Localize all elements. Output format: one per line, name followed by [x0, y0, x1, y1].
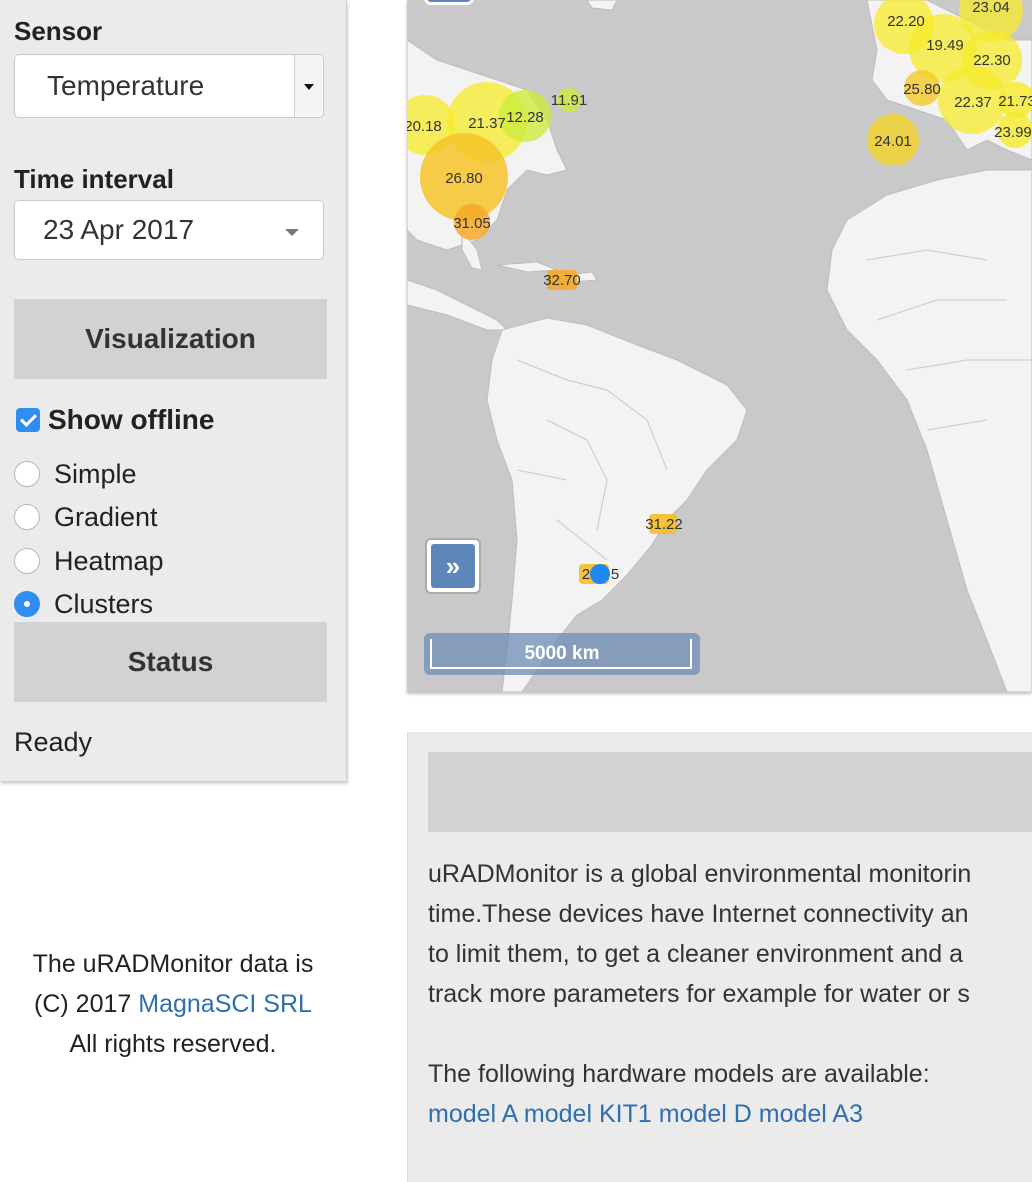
- model-a-link[interactable]: model A: [428, 1100, 517, 1128]
- zoom-control[interactable]: [427, 0, 471, 2]
- description-line: track more parameters for example for wa…: [428, 980, 970, 1008]
- radio-heatmap[interactable]: [14, 548, 40, 574]
- radio-label[interactable]: Heatmap: [54, 546, 164, 577]
- show-offline-checkbox[interactable]: [16, 408, 40, 432]
- description-line: time.These devices have Internet connect…: [428, 900, 969, 928]
- cluster-label: 12.28: [506, 109, 544, 126]
- sensor-select[interactable]: Temperature: [14, 54, 324, 118]
- show-offline-label[interactable]: Show offline: [48, 404, 214, 436]
- cluster-label: 22.30: [973, 52, 1011, 69]
- cluster-label: 23.04: [972, 0, 1010, 16]
- radio-clusters[interactable]: [14, 591, 40, 617]
- time-interval-value: 23 Apr 2017: [43, 214, 195, 245]
- scale-label: 5000 km: [524, 643, 600, 664]
- model-d-link[interactable]: model D: [659, 1100, 752, 1128]
- status-text: Ready: [14, 727, 93, 757]
- radio-label[interactable]: Gradient: [54, 502, 158, 533]
- mode-option-clusters[interactable]: Clusters: [14, 586, 153, 622]
- magnasci-link[interactable]: MagnaSCI SRL: [138, 990, 312, 1018]
- cluster-label: 5: [611, 566, 619, 583]
- central-america-land: [407, 279, 509, 331]
- greenland-land: [586, 0, 618, 11]
- sensor-label: Sensor: [14, 16, 103, 46]
- world-map[interactable]: 22.20 23.04 19.49 22.30 25.80 22.37 21.7…: [407, 0, 1032, 692]
- radio-simple[interactable]: [14, 461, 40, 487]
- cluster-label: 2: [582, 566, 590, 583]
- model-kit1-link[interactable]: model KIT1: [524, 1100, 652, 1128]
- cluster-label: 21.37: [468, 115, 506, 132]
- description-line: to limit them, to get a cleaner environm…: [428, 940, 964, 968]
- mode-option-gradient[interactable]: Gradient: [14, 499, 158, 535]
- mode-option-heatmap[interactable]: Heatmap: [14, 543, 164, 579]
- cluster-label: 20.18: [407, 118, 442, 135]
- visualization-button[interactable]: Visualization: [14, 299, 327, 379]
- model-a3-link[interactable]: model A3: [759, 1100, 863, 1128]
- cluster-label: 21.73: [998, 93, 1032, 110]
- copyright-line3: All rights reserved.: [69, 1030, 277, 1058]
- radio-label[interactable]: Clusters: [54, 589, 153, 620]
- cluster-label: 11.91: [551, 92, 587, 109]
- map-tiles: 22.20 23.04 19.49 22.30 25.80 22.37 21.7…: [407, 0, 1032, 692]
- status-button[interactable]: Status: [14, 622, 327, 702]
- mode-option-simple[interactable]: Simple: [14, 456, 137, 492]
- info-description: uRADMonitor is a global environmental mo…: [428, 854, 1032, 1014]
- radio-label[interactable]: Simple: [54, 459, 137, 490]
- time-interval-input[interactable]: 23 Apr 2017: [14, 200, 324, 260]
- double-chevron-right-icon[interactable]: »: [431, 544, 475, 588]
- sensor-select-value: Temperature: [47, 70, 205, 101]
- copyright-prefix: (C) 2017: [34, 990, 139, 1018]
- cluster-label: 25.80: [903, 81, 941, 98]
- dropdown-arrow-icon[interactable]: [294, 55, 323, 117]
- chevron-down-icon[interactable]: [285, 229, 299, 236]
- cluster-label: 32.70: [543, 272, 581, 289]
- hardware-models: The following hardware models are availa…: [428, 1054, 930, 1134]
- copyright-line1: The uRADMonitor data is: [32, 950, 314, 978]
- show-offline-row[interactable]: Show offline: [14, 402, 214, 438]
- info-panel: uRADMonitor is a global environmental mo…: [407, 732, 1032, 1182]
- cuba-land: [496, 261, 558, 273]
- cluster-label: 24.01: [874, 133, 912, 150]
- cluster-label: 26.80: [445, 170, 483, 187]
- cluster-label: 31.22: [645, 516, 683, 533]
- control-sidebar: Sensor Temperature Time interval 23 Apr …: [0, 0, 347, 782]
- cluster-label: 23.99: [994, 124, 1032, 141]
- africa-land: [826, 169, 1032, 692]
- cluster-label: 22.37: [954, 94, 992, 111]
- models-links: model A model KIT1 model D model A3: [428, 1094, 930, 1134]
- map-scale: 5000 km: [424, 633, 700, 675]
- location-dot: [590, 564, 610, 584]
- cluster-label: 22.20: [887, 13, 925, 30]
- cluster-label: 19.49: [926, 37, 964, 54]
- expand-panel-button[interactable]: »: [427, 540, 479, 592]
- radio-gradient[interactable]: [14, 504, 40, 530]
- description-line: uRADMonitor is a global environmental mo…: [428, 860, 972, 888]
- models-intro: The following hardware models are availa…: [428, 1060, 930, 1088]
- info-panel-header: [428, 752, 1032, 832]
- cluster-label: 31.05: [453, 215, 491, 232]
- copyright-line2: (C) 2017 MagnaSCI SRL: [0, 990, 346, 1019]
- time-interval-label: Time interval: [14, 164, 174, 194]
